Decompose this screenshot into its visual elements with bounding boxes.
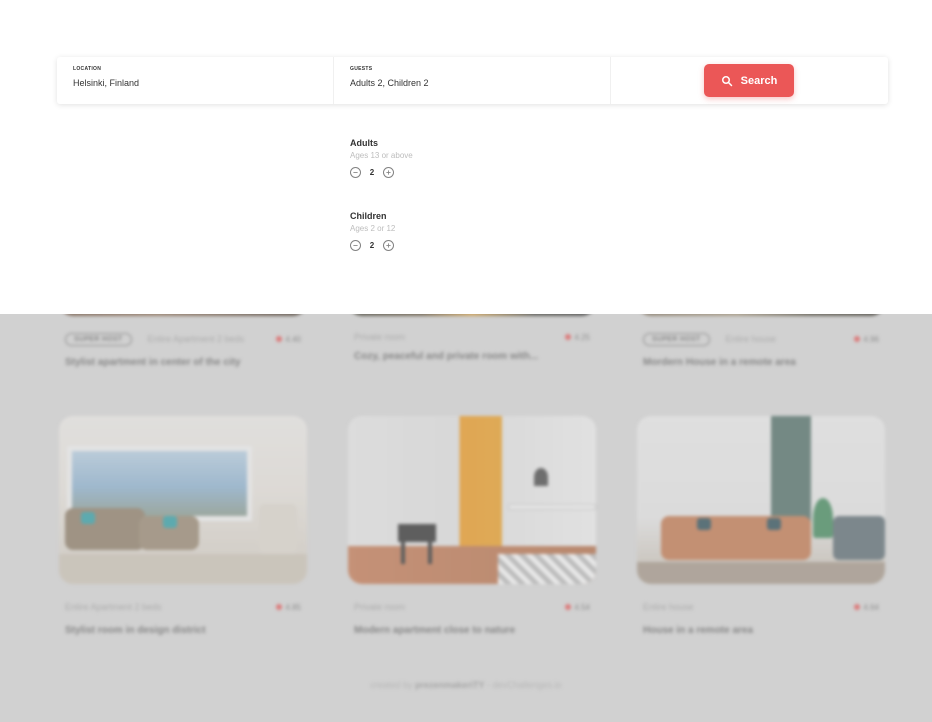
children-decrement-button[interactable]	[350, 240, 361, 251]
children-title: Children	[350, 211, 387, 221]
location-label: LOCATION	[73, 66, 102, 72]
minus-icon	[353, 245, 358, 246]
plus-icon	[386, 243, 391, 248]
search-drawer: LOCATION Helsinki, Finland GUESTS Adults…	[0, 0, 932, 314]
adults-increment-button[interactable]	[383, 167, 394, 178]
children-count: 2	[369, 241, 375, 250]
adults-stepper: 2	[350, 167, 413, 178]
minus-icon	[353, 172, 358, 173]
children-group: Children Ages 2 or 12 2	[350, 211, 395, 251]
children-increment-button[interactable]	[383, 240, 394, 251]
search-button[interactable]: Search	[704, 64, 794, 97]
adults-subtitle: Ages 13 or above	[350, 151, 413, 160]
location-value[interactable]: Helsinki, Finland	[73, 78, 317, 88]
adults-count: 2	[369, 168, 375, 177]
adults-title: Adults	[350, 138, 378, 148]
search-icon	[721, 75, 732, 86]
guests-value[interactable]: Adults 2, Children 2	[350, 78, 594, 88]
guests-label: GUESTS	[350, 66, 373, 72]
search-button-container: Search	[611, 57, 888, 104]
guests-field[interactable]: GUESTS Adults 2, Children 2	[334, 57, 611, 104]
search-bar: LOCATION Helsinki, Finland GUESTS Adults…	[57, 57, 888, 104]
children-subtitle: Ages 2 or 12	[350, 224, 396, 233]
children-stepper: 2	[350, 240, 395, 251]
location-field[interactable]: LOCATION Helsinki, Finland	[57, 57, 334, 104]
adults-decrement-button[interactable]	[350, 167, 361, 178]
plus-icon	[386, 170, 391, 175]
adults-group: Adults Ages 13 or above 2	[350, 138, 413, 178]
search-button-label: Search	[740, 74, 778, 87]
